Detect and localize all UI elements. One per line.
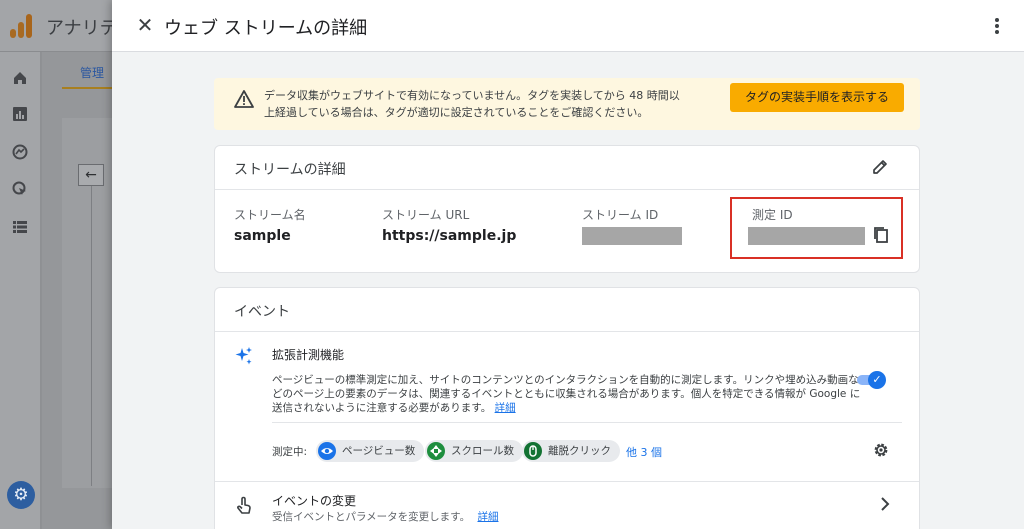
enhanced-measurement-title: 拡張計測機能 bbox=[272, 348, 345, 362]
warning-text: データ収集がウェブサイトで有効になっていません。タグを実装してから 48 時間以… bbox=[264, 89, 680, 119]
warning-icon bbox=[234, 90, 254, 108]
chip-scrolls: スクロール数 bbox=[425, 440, 523, 462]
advertising-icon[interactable] bbox=[11, 181, 29, 199]
enhanced-measurement-toggle[interactable]: ✓ bbox=[855, 371, 887, 389]
stream-url-label: ストリーム URL bbox=[382, 208, 470, 222]
touch-icon bbox=[235, 496, 255, 516]
close-icon[interactable]: ✕ bbox=[134, 14, 156, 36]
enhanced-description-text: ページビューの標準測定に加え、サイトのコンテンツとのインタラクションを自動的に測… bbox=[272, 374, 861, 414]
chip-page-views: ページビュー数 bbox=[316, 440, 425, 462]
stream-details-header: ストリームの詳細 bbox=[215, 146, 919, 190]
background-divider bbox=[91, 186, 92, 486]
stream-url-value: https://sample.jp bbox=[382, 228, 517, 244]
modify-events-details-link[interactable]: 詳細 bbox=[477, 511, 498, 523]
chevron-right-icon[interactable] bbox=[879, 496, 893, 512]
enhanced-details-link[interactable]: 詳細 bbox=[495, 402, 516, 414]
row-separator bbox=[215, 481, 919, 482]
stream-id-redacted bbox=[582, 227, 682, 245]
drawer-header: ✕ ウェブ ストリームの詳細 bbox=[112, 0, 1024, 52]
home-icon[interactable] bbox=[11, 70, 29, 88]
web-stream-details-drawer: ✕ ウェブ ストリームの詳細 データ収集がウェブサイトで有効になっていません。タ… bbox=[112, 0, 1024, 529]
reports-icon[interactable] bbox=[11, 106, 29, 124]
modify-events-subtitle-text: 受信イベントとパラメータを変更します。 bbox=[272, 511, 471, 523]
events-card: イベント 拡張計測機能 ページビューの標準測定に加え、サイトのコンテンツとのイン… bbox=[214, 287, 920, 529]
stream-details-card: ストリームの詳細 ストリーム名 sample ストリーム URL https:/… bbox=[214, 145, 920, 273]
gear-icon[interactable] bbox=[872, 441, 890, 459]
more-vert-icon[interactable] bbox=[986, 14, 1008, 38]
stream-id-label: ストリーム ID bbox=[582, 208, 659, 222]
measurement-id-label: 測定 ID bbox=[752, 208, 793, 222]
stream-name-label: ストリーム名 bbox=[234, 208, 306, 222]
chip-label: 離脱クリック bbox=[548, 445, 611, 457]
measurement-id-redacted bbox=[748, 227, 865, 245]
cursor-icon bbox=[524, 442, 542, 460]
edit-pencil-icon[interactable] bbox=[871, 158, 891, 178]
crosshair-icon bbox=[427, 442, 445, 460]
show-tag-instructions-button[interactable]: タグの実装手順を表示する bbox=[730, 83, 904, 112]
explore-icon[interactable] bbox=[11, 144, 29, 162]
tab-underline bbox=[62, 87, 112, 89]
left-nav-rail bbox=[0, 52, 41, 529]
chip-outbound-clicks: 離脱クリック bbox=[522, 440, 620, 462]
events-heading: イベント bbox=[234, 304, 290, 320]
enhanced-measurement-description: ページビューの標準測定に加え、サイトのコンテンツとのインタラクションを自動的に測… bbox=[272, 373, 862, 415]
tab-admin[interactable]: 管理 bbox=[80, 64, 104, 81]
measuring-label: 測定中: bbox=[272, 446, 308, 458]
data-collection-warning: データ収集がウェブサイトで有効になっていません。タグを実装してから 48 時間以… bbox=[214, 78, 920, 130]
modify-events-subtitle: 受信イベントとパラメータを変更します。 詳細 bbox=[272, 509, 498, 524]
stream-name-value: sample bbox=[234, 228, 291, 244]
list-icon[interactable] bbox=[11, 219, 29, 237]
chip-label: ページビュー数 bbox=[342, 445, 416, 457]
events-header: イベント bbox=[215, 288, 919, 332]
settings-gear-icon[interactable]: ⚙ bbox=[7, 481, 35, 509]
drawer-title: ウェブ ストリームの詳細 bbox=[164, 18, 368, 39]
divider bbox=[272, 422, 902, 423]
eye-icon bbox=[318, 442, 336, 460]
chip-label: スクロール数 bbox=[451, 445, 514, 457]
stream-details-heading: ストリームの詳細 bbox=[234, 162, 346, 178]
more-events-link[interactable]: 他 3 個 bbox=[626, 444, 662, 460]
modify-events-title[interactable]: イベントの変更 bbox=[272, 492, 356, 509]
check-icon: ✓ bbox=[868, 371, 886, 389]
analytics-logo-icon bbox=[10, 14, 34, 38]
back-arrow-icon[interactable]: ← bbox=[78, 164, 104, 186]
copy-icon[interactable] bbox=[872, 226, 892, 246]
app-title: アナリティクス bbox=[46, 18, 116, 39]
sparkle-icon bbox=[233, 345, 255, 367]
